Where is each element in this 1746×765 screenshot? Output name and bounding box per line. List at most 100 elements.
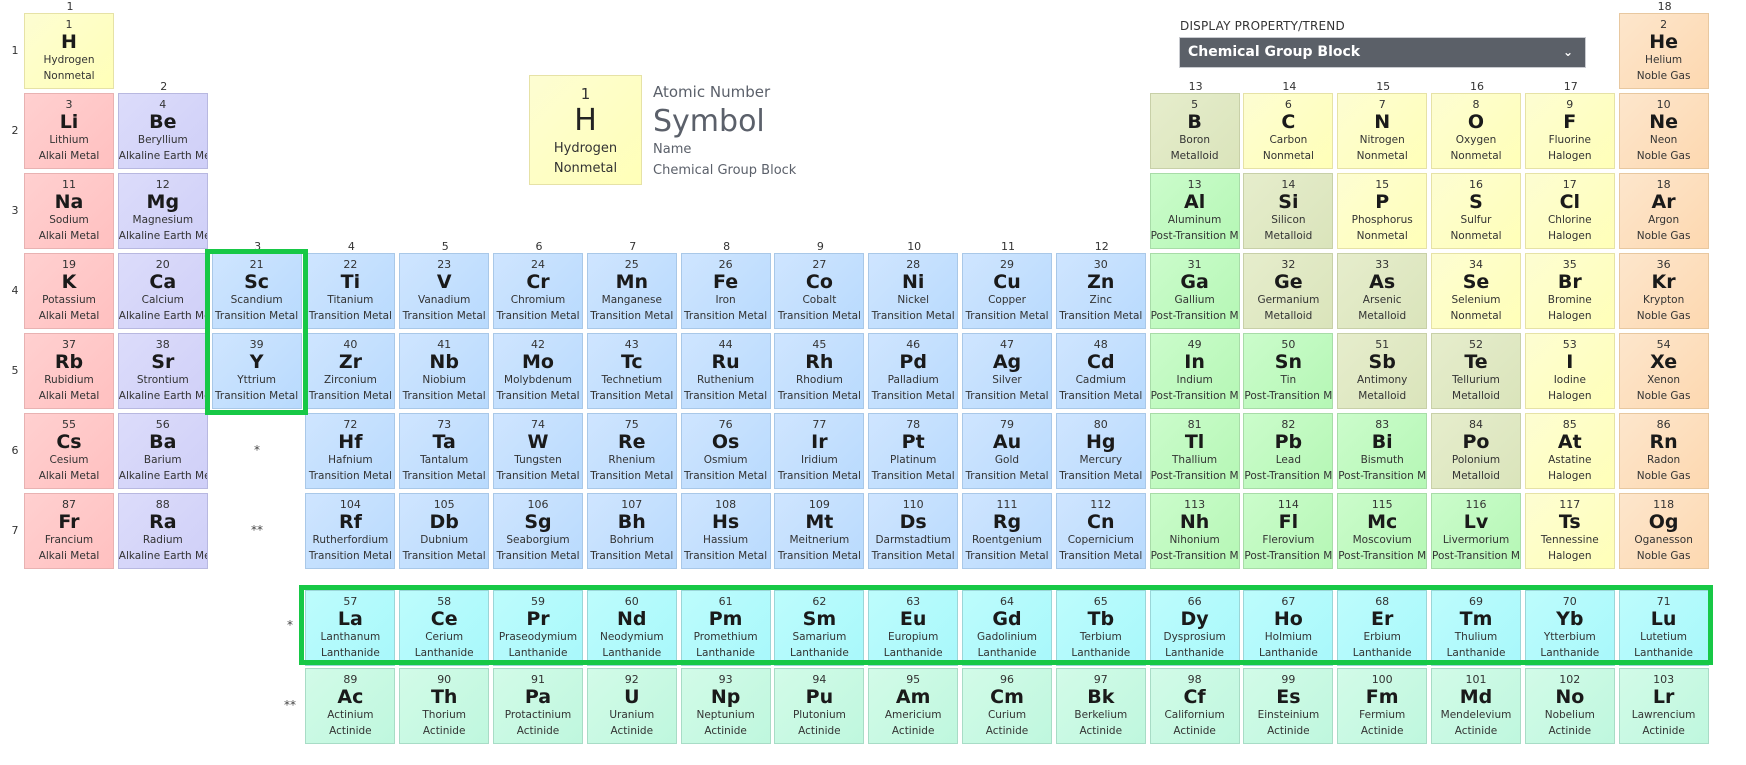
- element-cell-w[interactable]: 74 W Tungsten Transition Metal: [493, 413, 583, 489]
- element-cell-ds[interactable]: 110 Ds Darmstadtium Transition Metal: [868, 493, 959, 569]
- element-cell-pt[interactable]: 78 Pt Platinum Transition Metal: [868, 413, 959, 489]
- element-cell-hf[interactable]: 72 Hf Hafnium Transition Metal: [305, 413, 396, 489]
- element-cell-nd[interactable]: 60 Nd Neodymium Lanthanide: [586, 590, 677, 666]
- element-cell-u[interactable]: 92 U Uranium Actinide: [586, 668, 677, 744]
- element-cell-pa[interactable]: 91 Pa Protactinium Actinide: [493, 668, 583, 744]
- element-cell-ba[interactable]: 56BaBarium Alkaline Earth Metal: [117, 413, 208, 489]
- element-cell-db[interactable]: 105 Db Dubnium Transition Metal: [399, 493, 490, 569]
- element-cell-cr[interactable]: 24 Cr Chromium Transition Metal: [493, 253, 583, 329]
- element-cell-lr[interactable]: 103 Lr Lawrencium Actinide: [1618, 668, 1709, 744]
- element-cell-ce[interactable]: 58 Ce Cerium Lanthanide: [399, 590, 490, 666]
- element-cell-al[interactable]: 13AlAluminum Post-Transition Metal: [1149, 173, 1240, 249]
- element-cell-in[interactable]: 49InIndium Post-Transition Metal: [1149, 333, 1240, 409]
- element-cell-po[interactable]: 84 Po Polonium Metalloid: [1431, 413, 1521, 489]
- element-cell-cf[interactable]: 98 Cf Californium Actinide: [1149, 668, 1240, 744]
- element-cell-ti[interactable]: 22 Ti Titanium Transition Metal: [305, 253, 396, 329]
- element-cell-eu[interactable]: 63 Eu Europium Lanthanide: [868, 590, 959, 666]
- element-cell-ag[interactable]: 47 Ag Silver Transition Metal: [962, 333, 1052, 409]
- element-cell-ts[interactable]: 117 Ts Tennessine Halogen: [1524, 493, 1615, 569]
- element-cell-np[interactable]: 93 Np Neptunium Actinide: [680, 668, 771, 744]
- element-cell-tc[interactable]: 43 Tc Technetium Transition Metal: [586, 333, 677, 409]
- element-cell-fm[interactable]: 100 Fm Fermium Actinide: [1337, 668, 1428, 744]
- element-cell-es[interactable]: 99 Es Einsteinium Actinide: [1243, 668, 1334, 744]
- element-cell-o[interactable]: 8 O Oxygen Nonmetal: [1431, 93, 1521, 169]
- element-cell-co[interactable]: 27 Co Cobalt Transition Metal: [774, 253, 865, 329]
- element-cell-p[interactable]: 15 P Phosphorus Nonmetal: [1337, 173, 1428, 249]
- element-cell-pb[interactable]: 82PbLead Post-Transition Metal: [1243, 413, 1334, 489]
- element-cell-xe[interactable]: 54 Xe Xenon Noble Gas: [1618, 333, 1709, 409]
- element-cell-og[interactable]: 118 Og Oganesson Noble Gas: [1618, 493, 1709, 569]
- element-cell-lu[interactable]: 71 Lu Lutetium Lanthanide: [1618, 590, 1709, 666]
- element-cell-cn[interactable]: 112 Cn Copernicium Transition Metal: [1055, 493, 1146, 569]
- element-cell-sm[interactable]: 62 Sm Samarium Lanthanide: [774, 590, 865, 666]
- element-cell-re[interactable]: 75 Re Rhenium Transition Metal: [586, 413, 677, 489]
- element-cell-bh[interactable]: 107 Bh Bohrium Transition Metal: [586, 493, 677, 569]
- element-cell-os[interactable]: 76 Os Osmium Transition Metal: [680, 413, 771, 489]
- element-cell-nh[interactable]: 113NhNihonium Post-Transition Metal: [1149, 493, 1240, 569]
- element-cell-sn[interactable]: 50SnTin Post-Transition Metal: [1243, 333, 1334, 409]
- element-cell-cm[interactable]: 96 Cm Curium Actinide: [962, 668, 1052, 744]
- element-cell-mc[interactable]: 115McMoscovium Post-Transition Metal: [1337, 493, 1428, 569]
- element-cell-be[interactable]: 4BeBeryllium Alkaline Earth Metal: [117, 93, 208, 169]
- element-cell-pd[interactable]: 46 Pd Palladium Transition Metal: [868, 333, 959, 409]
- element-cell-ir[interactable]: 77 Ir Iridium Transition Metal: [774, 413, 865, 489]
- element-cell-pm[interactable]: 61 Pm Promethium Lanthanide: [680, 590, 771, 666]
- element-cell-li[interactable]: 3 Li Lithium Alkali Metal: [24, 93, 114, 169]
- element-cell-ga[interactable]: 31GaGallium Post-Transition Metal: [1149, 253, 1240, 329]
- element-cell-lv[interactable]: 116LvLivermorium Post-Transition Metal: [1431, 493, 1521, 569]
- element-cell-k[interactable]: 19 K Potassium Alkali Metal: [24, 253, 114, 329]
- element-cell-at[interactable]: 85 At Astatine Halogen: [1524, 413, 1615, 489]
- element-cell-kr[interactable]: 36 Kr Krypton Noble Gas: [1618, 253, 1709, 329]
- element-cell-br[interactable]: 35 Br Bromine Halogen: [1524, 253, 1615, 329]
- element-cell-s[interactable]: 16 S Sulfur Nonmetal: [1431, 173, 1521, 249]
- element-cell-rf[interactable]: 104 Rf Rutherfordium Transition Metal: [305, 493, 396, 569]
- element-cell-he[interactable]: 2 He Helium Noble Gas: [1618, 13, 1709, 89]
- element-cell-se[interactable]: 34 Se Selenium Nonmetal: [1431, 253, 1521, 329]
- element-cell-b[interactable]: 5 B Boron Metalloid: [1149, 93, 1240, 169]
- element-cell-hs[interactable]: 108 Hs Hassium Transition Metal: [680, 493, 771, 569]
- element-cell-n[interactable]: 7 N Nitrogen Nonmetal: [1337, 93, 1428, 169]
- element-cell-sb[interactable]: 51 Sb Antimony Metalloid: [1337, 333, 1428, 409]
- element-cell-dy[interactable]: 66 Dy Dysprosium Lanthanide: [1149, 590, 1240, 666]
- element-cell-pr[interactable]: 59 Pr Praseodymium Lanthanide: [493, 590, 583, 666]
- element-cell-h[interactable]: 1 H Hydrogen Nonmetal: [24, 13, 114, 89]
- element-cell-hg[interactable]: 80 Hg Mercury Transition Metal: [1055, 413, 1146, 489]
- element-cell-ho[interactable]: 67 Ho Holmium Lanthanide: [1243, 590, 1334, 666]
- display-property-dropdown[interactable]: Chemical Group Block ⌄: [1179, 37, 1586, 68]
- element-cell-c[interactable]: 6 C Carbon Nonmetal: [1243, 93, 1334, 169]
- element-cell-nb[interactable]: 41 Nb Niobium Transition Metal: [399, 333, 490, 409]
- element-cell-cu[interactable]: 29 Cu Copper Transition Metal: [962, 253, 1052, 329]
- element-cell-mt[interactable]: 109 Mt Meitnerium Transition Metal: [774, 493, 865, 569]
- element-cell-tl[interactable]: 81TlThallium Post-Transition Metal: [1149, 413, 1240, 489]
- element-cell-au[interactable]: 79 Au Gold Transition Metal: [962, 413, 1052, 489]
- element-cell-fr[interactable]: 87 Fr Francium Alkali Metal: [24, 493, 114, 569]
- element-cell-si[interactable]: 14 Si Silicon Metalloid: [1243, 173, 1334, 249]
- element-cell-mo[interactable]: 42 Mo Molybdenum Transition Metal: [493, 333, 583, 409]
- element-cell-cl[interactable]: 17 Cl Chlorine Halogen: [1524, 173, 1615, 249]
- element-cell-ge[interactable]: 32 Ge Germanium Metalloid: [1243, 253, 1334, 329]
- element-cell-rn[interactable]: 86 Rn Radon Noble Gas: [1618, 413, 1709, 489]
- element-cell-er[interactable]: 68 Er Erbium Lanthanide: [1337, 590, 1428, 666]
- element-cell-ca[interactable]: 20CaCalcium Alkaline Earth Metal: [117, 253, 208, 329]
- element-cell-ni[interactable]: 28 Ni Nickel Transition Metal: [868, 253, 959, 329]
- element-cell-am[interactable]: 95 Am Americium Actinide: [868, 668, 959, 744]
- element-cell-no[interactable]: 102 No Nobelium Actinide: [1524, 668, 1615, 744]
- element-cell-ta[interactable]: 73 Ta Tantalum Transition Metal: [399, 413, 490, 489]
- element-cell-f[interactable]: 9 F Fluorine Halogen: [1524, 93, 1615, 169]
- element-cell-mg[interactable]: 12MgMagnesium Alkaline Earth Metal: [117, 173, 208, 249]
- element-cell-as[interactable]: 33 As Arsenic Metalloid: [1337, 253, 1428, 329]
- element-cell-rh[interactable]: 45 Rh Rhodium Transition Metal: [774, 333, 865, 409]
- element-cell-th[interactable]: 90 Th Thorium Actinide: [399, 668, 490, 744]
- element-cell-gd[interactable]: 64 Gd Gadolinium Lanthanide: [962, 590, 1052, 666]
- element-cell-tb[interactable]: 65 Tb Terbium Lanthanide: [1055, 590, 1146, 666]
- element-cell-bi[interactable]: 83BiBismuth Post-Transition Metal: [1337, 413, 1428, 489]
- element-cell-ru[interactable]: 44 Ru Ruthenium Transition Metal: [680, 333, 771, 409]
- element-cell-ne[interactable]: 10 Ne Neon Noble Gas: [1618, 93, 1709, 169]
- element-cell-rb[interactable]: 37 Rb Rubidium Alkali Metal: [24, 333, 114, 409]
- element-cell-zr[interactable]: 40 Zr Zirconium Transition Metal: [305, 333, 396, 409]
- element-cell-tm[interactable]: 69 Tm Thulium Lanthanide: [1431, 590, 1521, 666]
- element-cell-te[interactable]: 52 Te Tellurium Metalloid: [1431, 333, 1521, 409]
- element-cell-cd[interactable]: 48 Cd Cadmium Transition Metal: [1055, 333, 1146, 409]
- element-cell-la[interactable]: 57 La Lanthanum Lanthanide: [305, 590, 396, 666]
- element-cell-sr[interactable]: 38SrStrontium Alkaline Earth Metal: [117, 333, 208, 409]
